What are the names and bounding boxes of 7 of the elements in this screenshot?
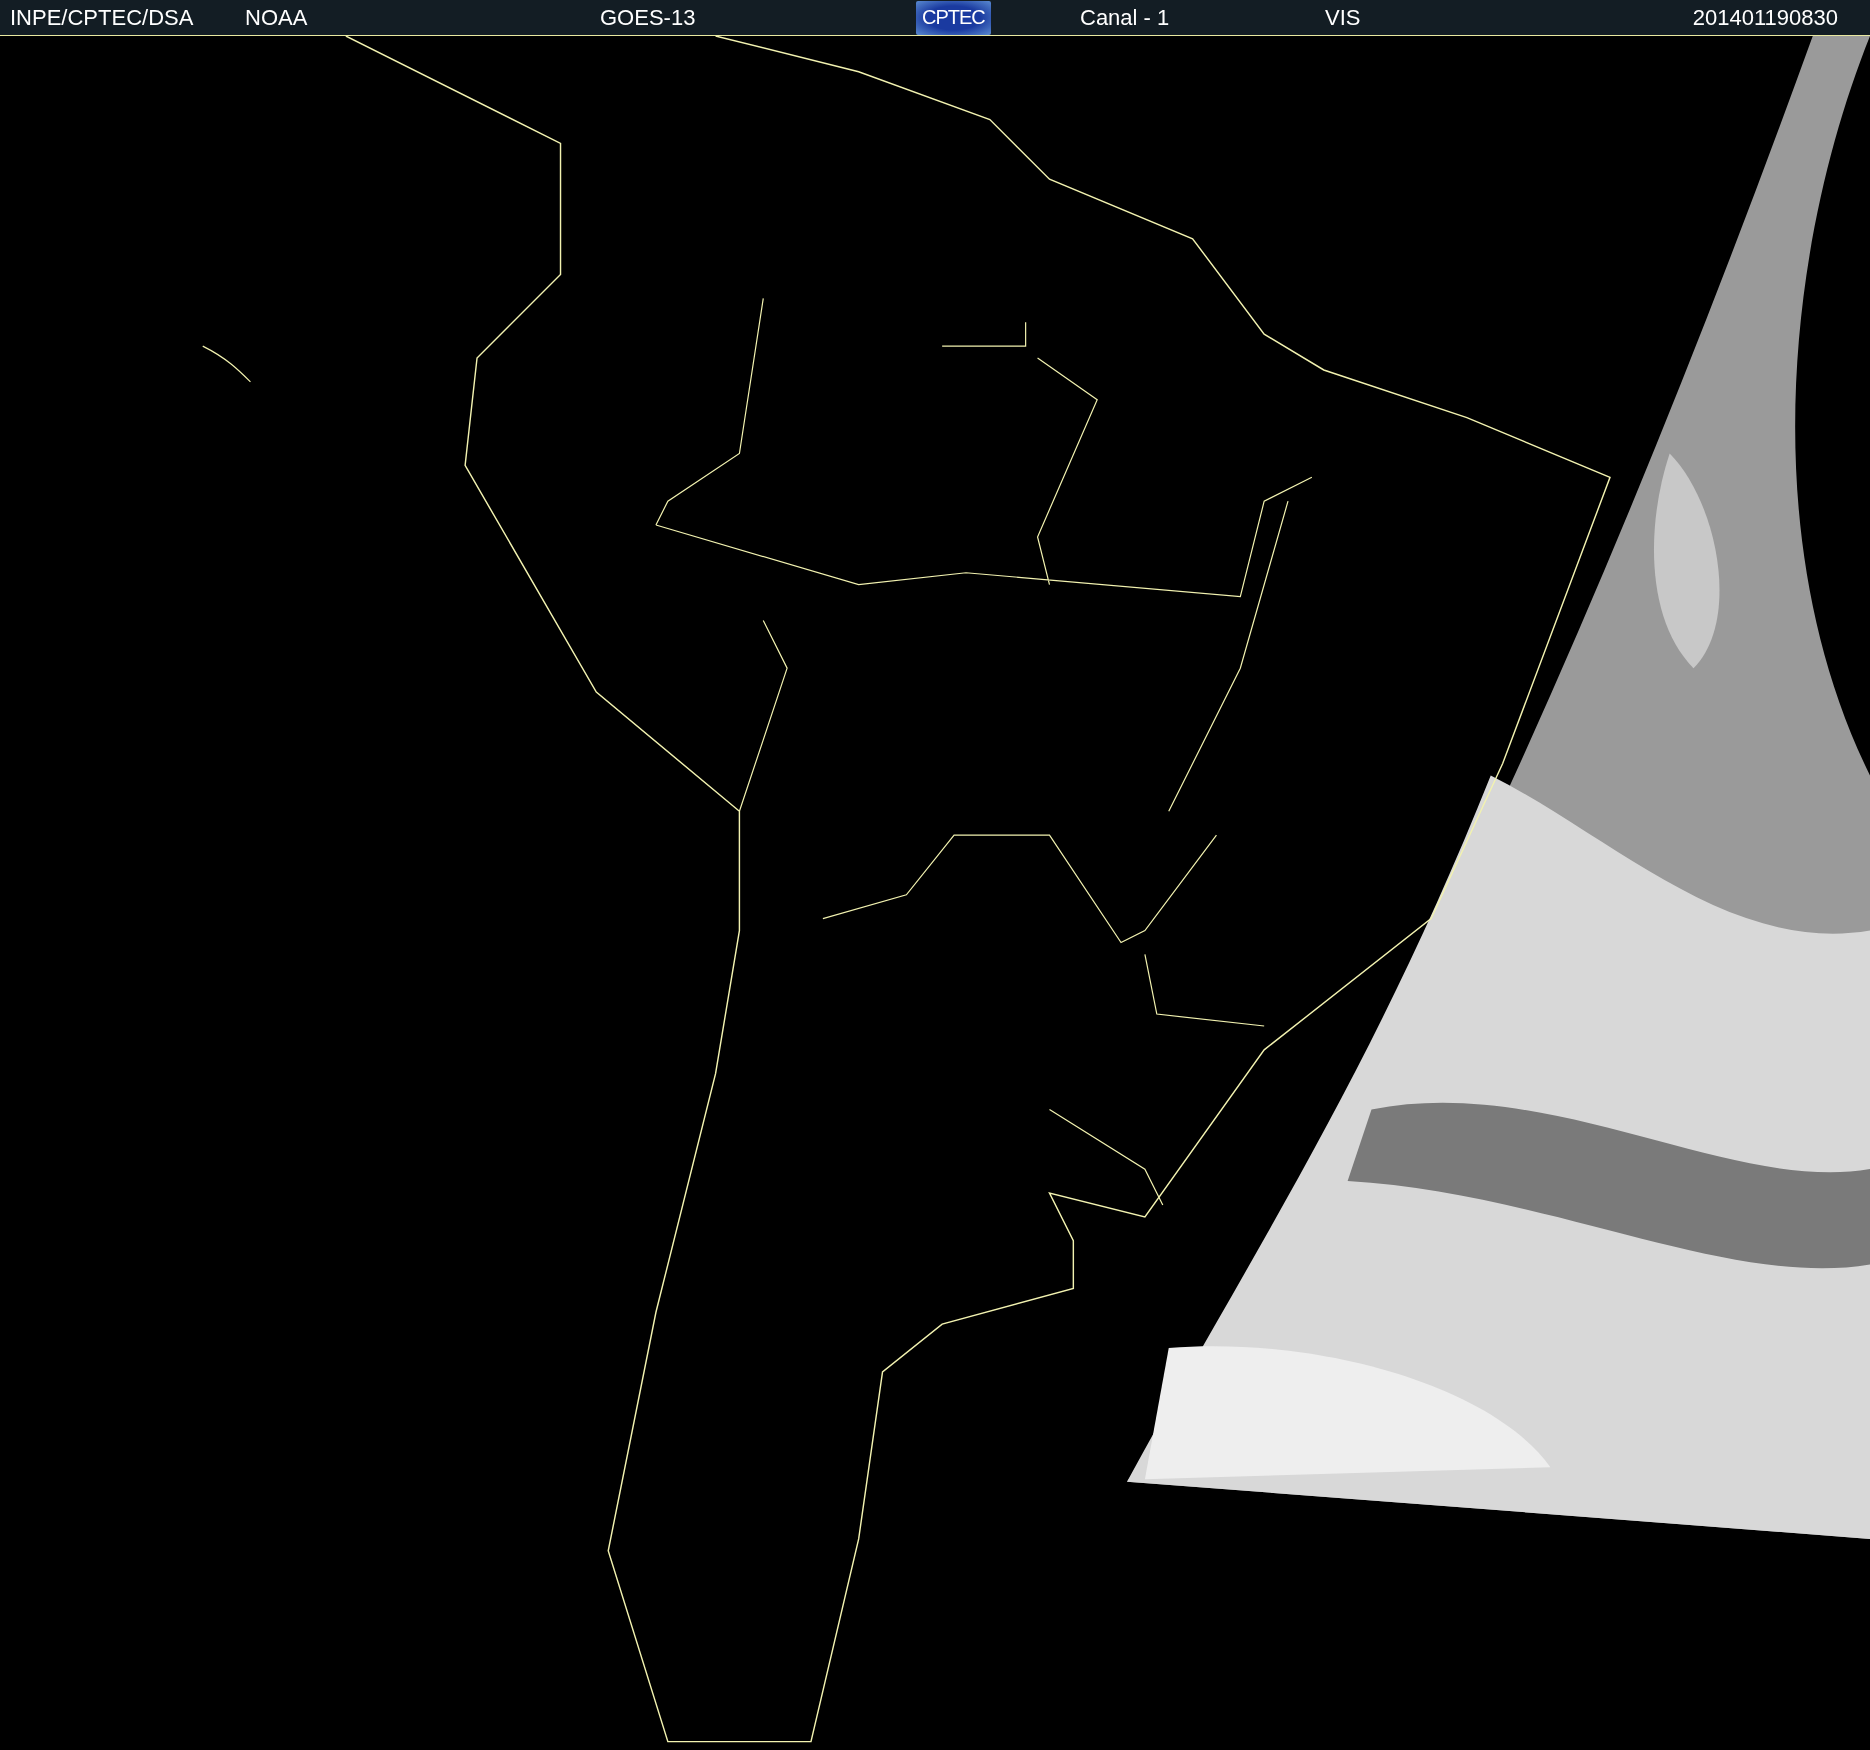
header-label: VIS (1325, 4, 1361, 31)
logo: CPTEC (916, 0, 991, 35)
header-label: 201401190830 (1692, 4, 1838, 31)
header-label: Canal - 1 (1080, 4, 1170, 31)
header-label: NOAA (245, 4, 308, 31)
header-label: GOES-13 (600, 4, 696, 31)
header-label: INPE/CPTEC/DSA (10, 4, 194, 31)
